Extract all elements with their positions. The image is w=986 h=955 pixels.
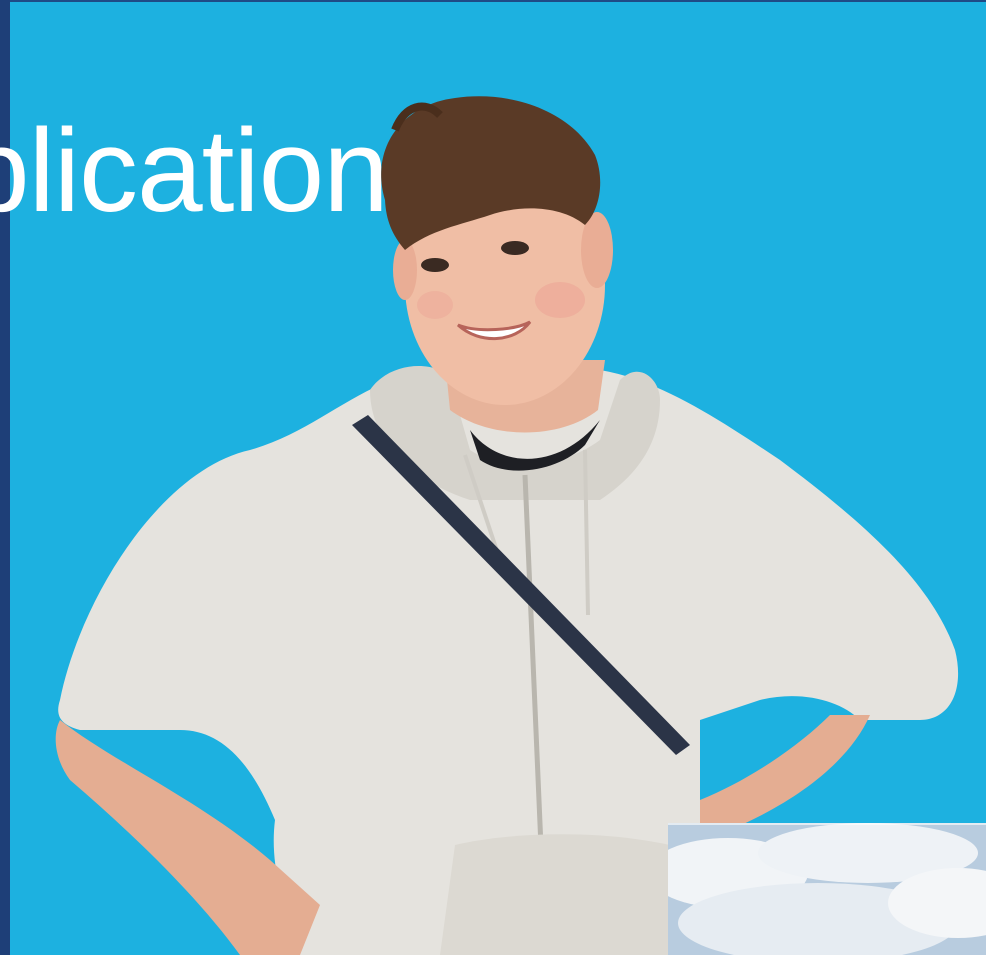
sky-clouds-thumbnail: [668, 823, 986, 955]
slide-canvas: plication: [0, 0, 986, 955]
person-photo: [55, 96, 959, 955]
cloud-icon: [668, 823, 986, 955]
